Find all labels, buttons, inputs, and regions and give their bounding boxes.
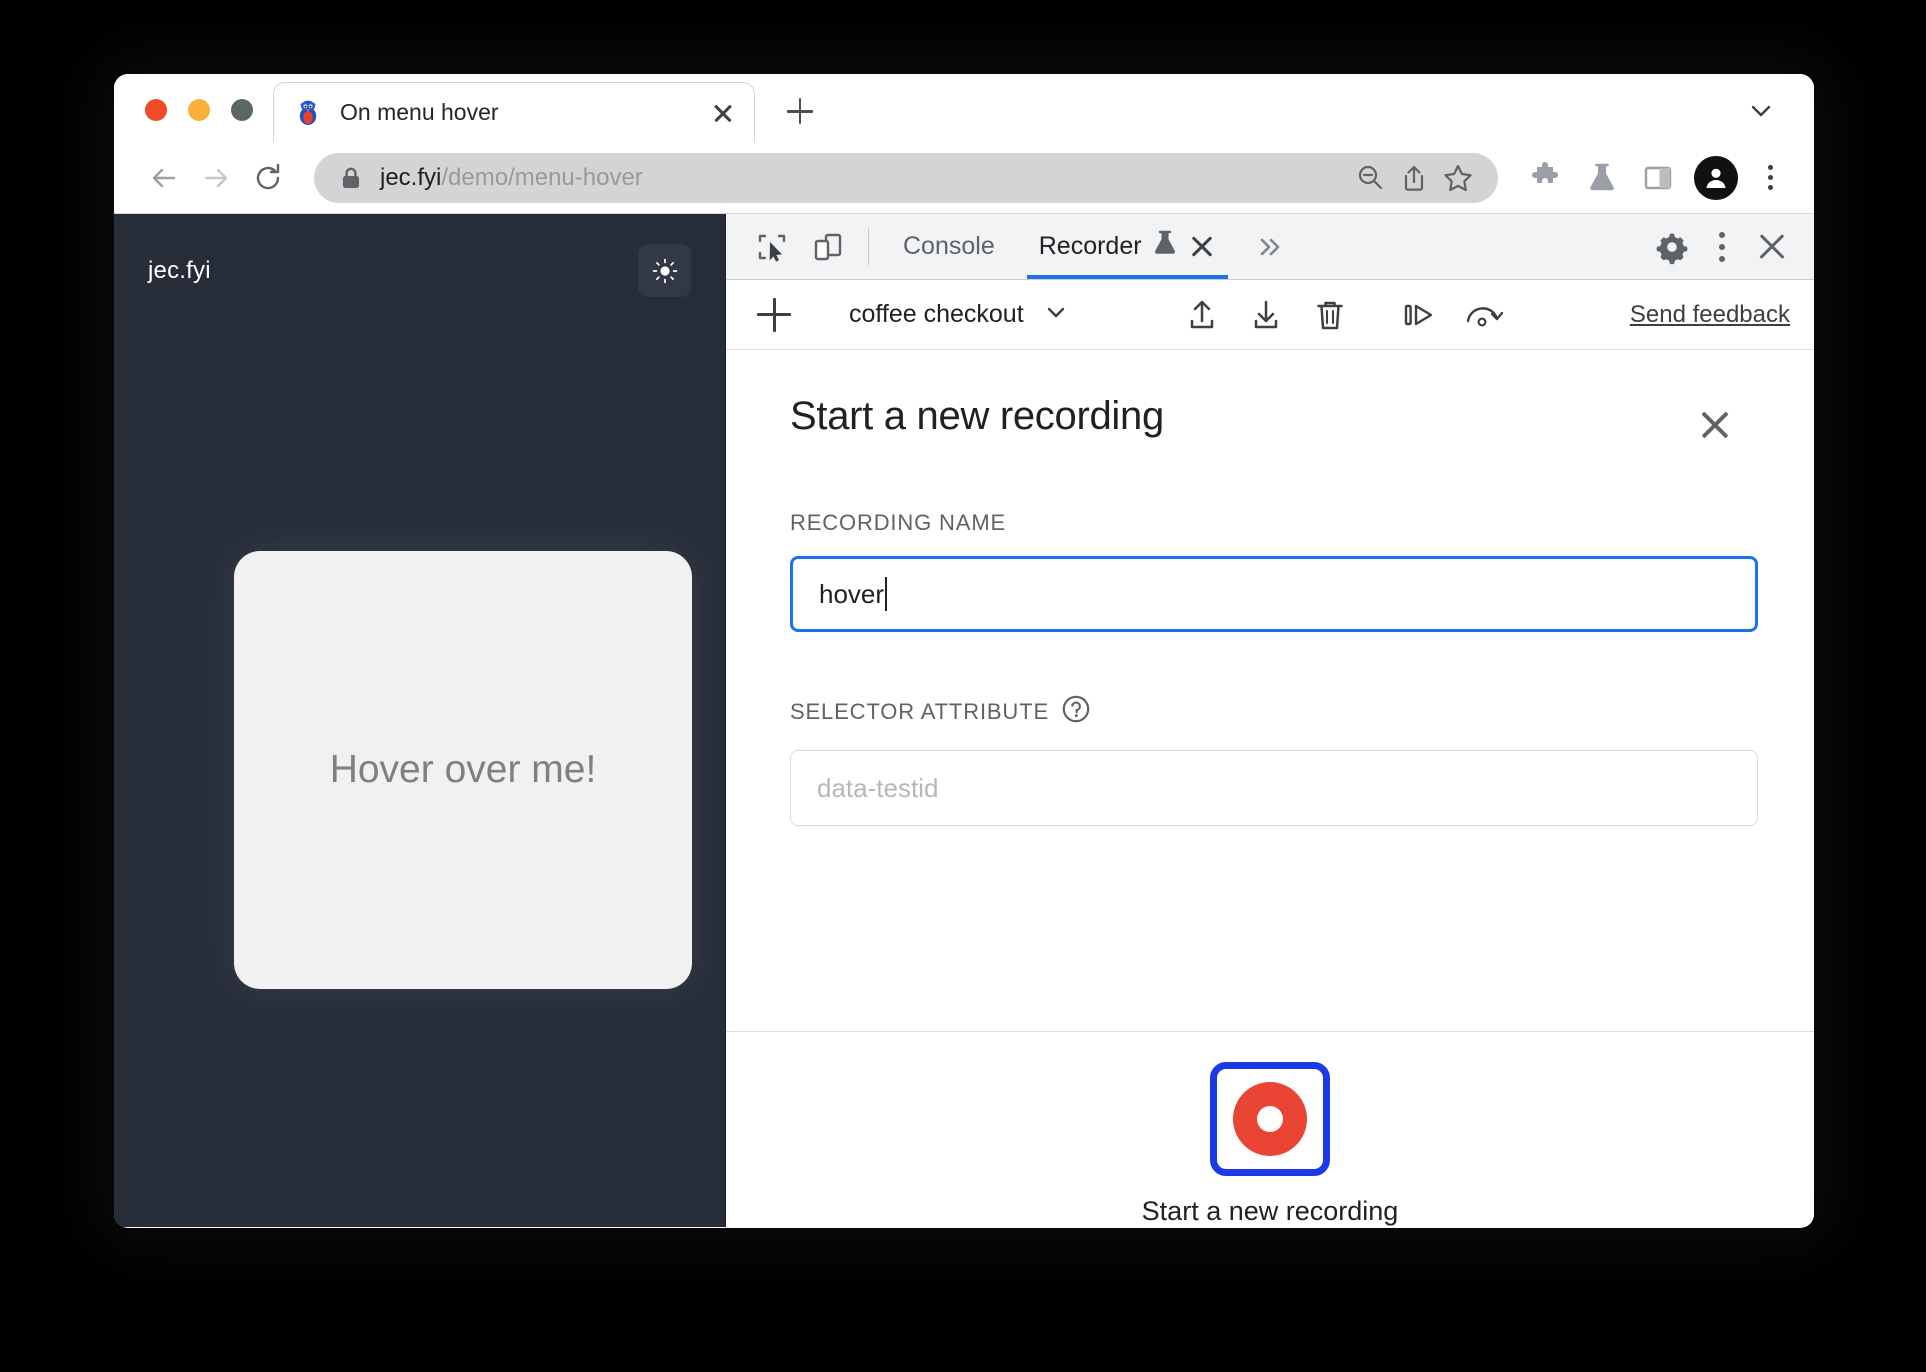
close-window-button[interactable] bbox=[145, 99, 167, 121]
device-toolbar-icon[interactable] bbox=[800, 214, 856, 279]
selector-attribute-input[interactable]: data-testid bbox=[790, 750, 1758, 826]
lock-icon[interactable] bbox=[340, 166, 362, 190]
start-recording-button[interactable] bbox=[1210, 1062, 1330, 1176]
text-caret bbox=[885, 577, 888, 611]
recording-name-label-text: RECORDING NAME bbox=[790, 510, 1007, 535]
devtools-panel: Console Recorder coffee checkout Send fe… bbox=[725, 214, 1814, 1227]
hover-target-card[interactable]: Hover over me! bbox=[234, 551, 692, 989]
share-icon[interactable] bbox=[1392, 156, 1436, 200]
upload-icon[interactable] bbox=[1170, 289, 1234, 341]
forward-arrow-icon[interactable] bbox=[192, 154, 240, 202]
inspect-element-icon[interactable] bbox=[744, 214, 800, 279]
side-panel-icon[interactable] bbox=[1632, 154, 1684, 202]
recording-name-value: hover bbox=[819, 578, 885, 609]
tab-strip: On menu hover bbox=[114, 74, 1814, 142]
reload-icon[interactable] bbox=[244, 154, 292, 202]
page-viewport: jec.fyi Hover over me! bbox=[114, 214, 725, 1227]
tab-console-label: Console bbox=[903, 232, 995, 260]
tab-title: On menu hover bbox=[340, 99, 499, 125]
trash-icon[interactable] bbox=[1298, 289, 1362, 341]
send-feedback-link[interactable]: Send feedback bbox=[1630, 301, 1796, 329]
site-logo[interactable]: jec.fyi bbox=[148, 257, 211, 285]
new-tab-button[interactable] bbox=[777, 88, 823, 134]
help-circle-icon[interactable] bbox=[1061, 694, 1091, 730]
more-tabs-icon[interactable] bbox=[1238, 214, 1302, 279]
three-dot-menu-icon[interactable] bbox=[1748, 154, 1792, 202]
recording-name-label: RECORDING NAME bbox=[790, 510, 1758, 536]
url-host: jec.fyi bbox=[380, 163, 442, 191]
selector-attribute-label-text: SELECTOR ATTRIBUTE bbox=[790, 699, 1049, 724]
record-circle-icon bbox=[1233, 1082, 1307, 1156]
new-recording-form: Start a new recording RECORDING NAME hov… bbox=[726, 350, 1814, 993]
back-arrow-icon[interactable] bbox=[140, 154, 188, 202]
tab-recorder[interactable]: Recorder bbox=[1017, 214, 1238, 279]
page-header: jec.fyi bbox=[114, 214, 725, 297]
flask-icon[interactable] bbox=[1576, 154, 1628, 202]
tab-console[interactable]: Console bbox=[881, 214, 1017, 279]
devtools-tabbar: Console Recorder bbox=[726, 214, 1814, 280]
recording-name-input[interactable]: hover bbox=[790, 556, 1758, 632]
record-circle-hole bbox=[1257, 1106, 1283, 1132]
url-path: /demo/menu-hover bbox=[441, 163, 643, 191]
browser-toolbar: jec.fyi/demo/menu-hover bbox=[114, 142, 1814, 214]
address-bar[interactable]: jec.fyi/demo/menu-hover bbox=[314, 152, 1498, 203]
chevron-down-icon bbox=[1040, 296, 1072, 333]
close-devtools-icon[interactable] bbox=[1744, 219, 1800, 275]
close-icon[interactable] bbox=[708, 98, 738, 128]
add-recording-button[interactable] bbox=[748, 289, 800, 341]
avatar[interactable] bbox=[1694, 155, 1738, 200]
recorder-toolbar: coffee checkout Send feedback bbox=[726, 280, 1814, 350]
recorder-body: Start a new recording RECORDING NAME hov… bbox=[726, 350, 1814, 1227]
selector-attribute-label: SELECTOR ATTRIBUTE bbox=[790, 694, 1758, 730]
close-recorder-tab-icon[interactable] bbox=[1188, 233, 1216, 261]
start-recording-button-label: Start a new recording bbox=[1141, 1196, 1399, 1226]
puzzle-piece-icon[interactable] bbox=[1520, 154, 1572, 202]
hover-card-label: Hover over me! bbox=[329, 748, 597, 791]
divider bbox=[868, 228, 869, 265]
recording-selector[interactable]: coffee checkout bbox=[825, 296, 1145, 333]
recording-selector-label: coffee checkout bbox=[849, 300, 1024, 328]
tab-recorder-label: Recorder bbox=[1038, 232, 1142, 260]
star-icon[interactable] bbox=[1436, 156, 1480, 200]
minimize-window-button[interactable] bbox=[188, 99, 210, 121]
close-icon[interactable] bbox=[1692, 402, 1738, 448]
selector-attribute-placeholder: data-testid bbox=[817, 772, 939, 803]
content-area: jec.fyi Hover over me! Console Recorder … bbox=[114, 214, 1814, 1227]
form-header: Start a new recording bbox=[790, 394, 1758, 448]
penguin-favicon bbox=[296, 100, 320, 126]
sun-icon[interactable] bbox=[638, 244, 691, 297]
download-icon[interactable] bbox=[1234, 289, 1298, 341]
chevron-down-icon[interactable] bbox=[1744, 94, 1778, 128]
page-title: Start a new recording bbox=[790, 394, 1164, 438]
flask-icon bbox=[1152, 229, 1178, 264]
window-controls bbox=[114, 99, 253, 142]
replay-speed-icon[interactable] bbox=[1451, 289, 1515, 341]
three-dot-menu-icon[interactable] bbox=[1700, 231, 1744, 262]
devtools-right-tools bbox=[1619, 214, 1814, 279]
browser-window: On menu hover jec.fyi/demo/menu-hover je… bbox=[114, 74, 1814, 1228]
maximize-window-button[interactable] bbox=[231, 99, 253, 121]
recorder-footer: Start a new recording bbox=[726, 1031, 1814, 1227]
step-replay-icon[interactable] bbox=[1387, 289, 1451, 341]
zoom-out-icon[interactable] bbox=[1348, 156, 1392, 200]
url-text: jec.fyi/demo/menu-hover bbox=[380, 164, 1348, 192]
gear-icon[interactable] bbox=[1644, 229, 1700, 265]
browser-tab[interactable]: On menu hover bbox=[273, 82, 755, 142]
